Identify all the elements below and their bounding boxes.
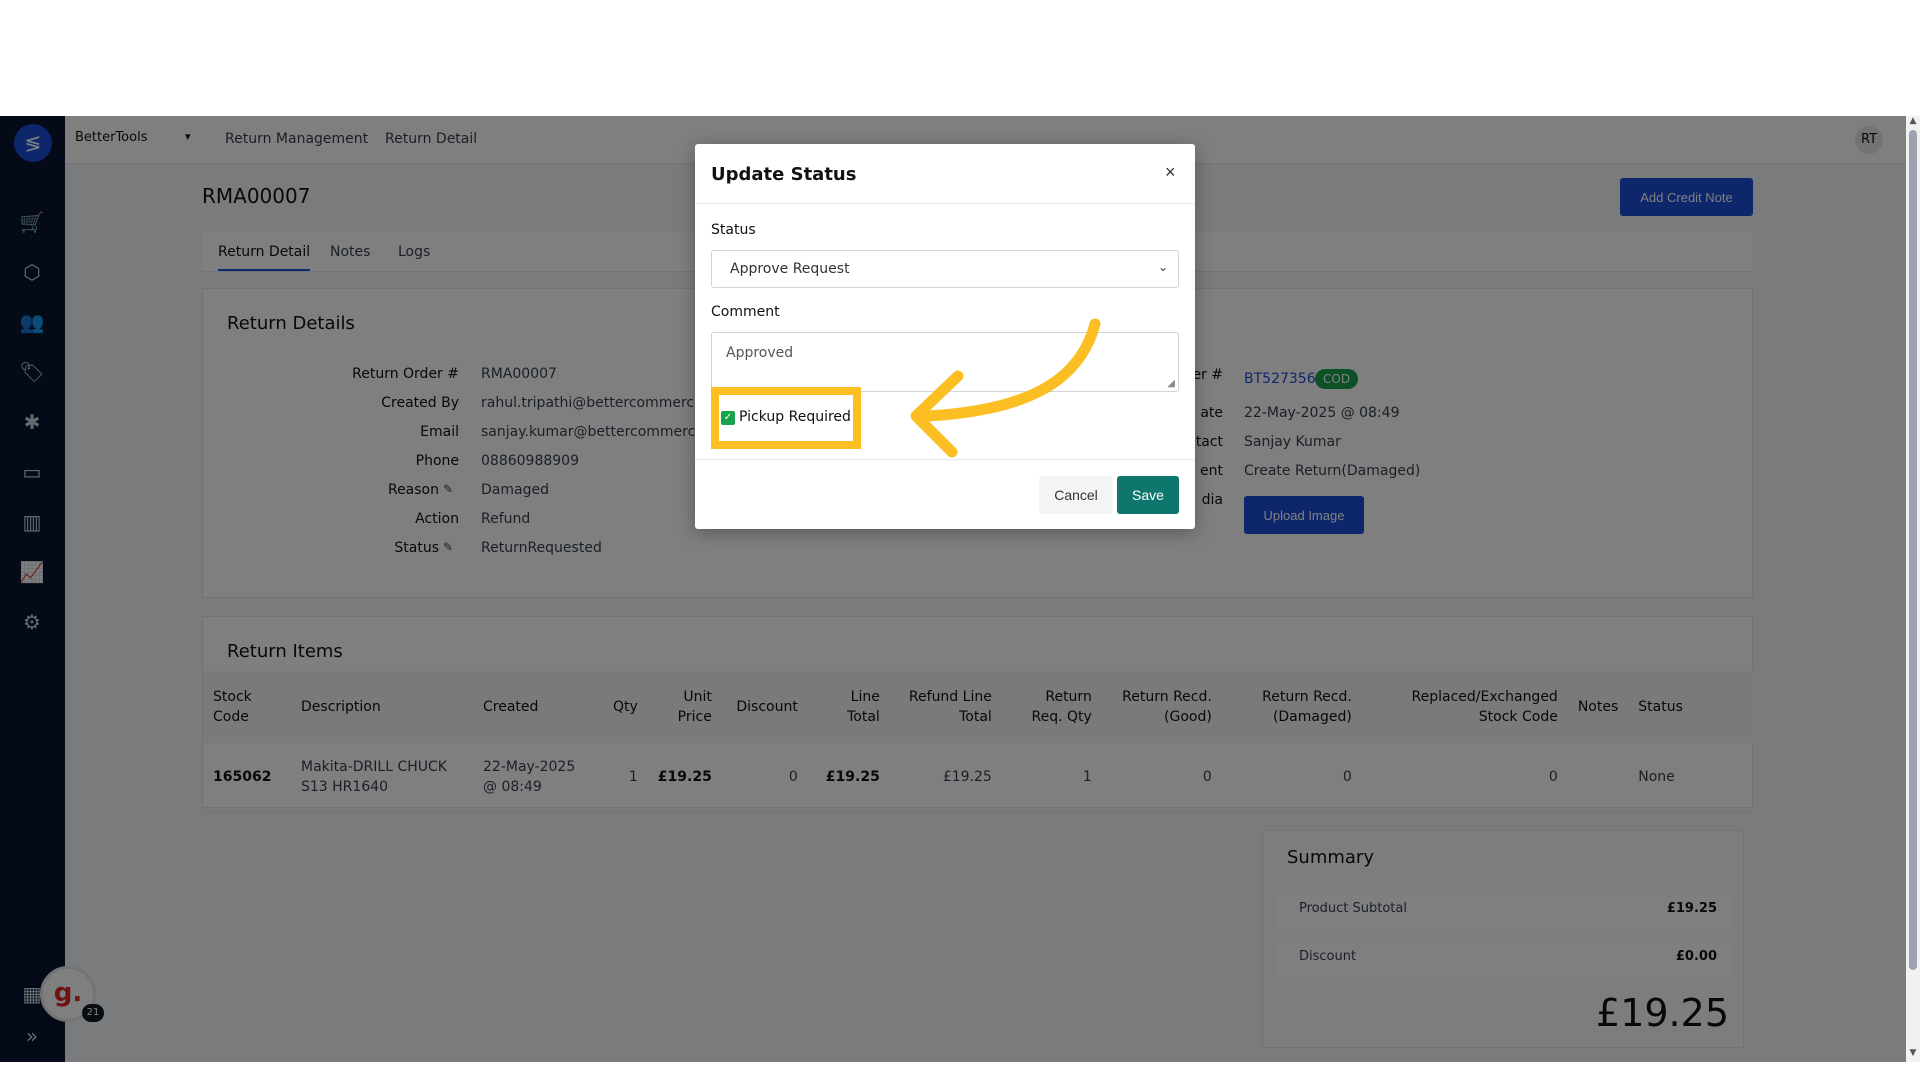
comment-value: Approved [726, 345, 794, 361]
modal-header: Update Status × [695, 144, 1195, 204]
save-button[interactable]: Save [1117, 476, 1179, 514]
scrollbar-thumb[interactable] [1909, 130, 1917, 970]
page-scrollbar[interactable]: ▲ ▼ [1906, 116, 1920, 1062]
status-select[interactable]: Approve Request ⌄ [711, 250, 1179, 288]
pickup-required-checkbox[interactable]: ✓ [721, 411, 735, 425]
pickup-highlight-box: ✓ Pickup Required [711, 387, 861, 449]
cancel-button[interactable]: Cancel [1039, 476, 1113, 514]
comment-label: Comment [711, 304, 780, 320]
scroll-down-icon[interactable]: ▼ [1908, 1048, 1918, 1058]
status-label: Status [711, 222, 756, 238]
close-icon[interactable]: × [1165, 162, 1176, 183]
pickup-required-label[interactable]: Pickup Required [739, 409, 851, 425]
modal-title: Update Status [711, 164, 857, 185]
scroll-up-icon[interactable]: ▲ [1908, 116, 1918, 126]
resize-handle-icon[interactable]: ◢ [1167, 378, 1175, 389]
status-select-value: Approve Request [730, 261, 850, 277]
chevron-down-icon: ⌄ [1157, 260, 1168, 274]
annotation-arrow-icon [910, 318, 1101, 458]
